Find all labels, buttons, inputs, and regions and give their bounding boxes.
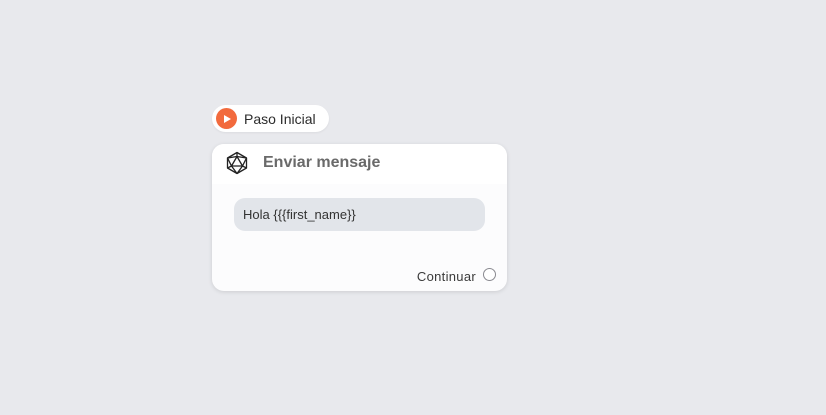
play-icon [216, 108, 237, 129]
start-node-label: Paso Inicial [244, 110, 316, 127]
icosahedron-icon [225, 151, 249, 175]
node-title: Enviar mensaje [263, 154, 381, 171]
continue-connector-handle[interactable] [483, 268, 496, 281]
continue-label: Continuar [416, 269, 476, 284]
message-text[interactable]: Hola {{{first_name}} [234, 198, 485, 231]
start-node[interactable]: Paso Inicial [212, 105, 329, 132]
send-message-node[interactable]: Enviar mensaje Hola {{{first_name}} Cont… [212, 144, 507, 291]
node-header: Enviar mensaje [212, 144, 507, 184]
